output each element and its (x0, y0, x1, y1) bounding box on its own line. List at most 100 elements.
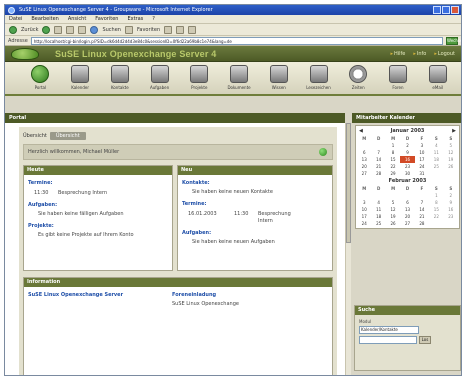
calendar-day[interactable]: 27 (400, 220, 414, 227)
calendar-day[interactable]: 17 (415, 156, 429, 163)
new-appointment-row[interactable]: 16.01.2003 11:30 Besprechung Intern (188, 211, 332, 225)
module-times[interactable]: Zeiten (343, 65, 374, 90)
menu-tools[interactable]: Extras (127, 15, 143, 23)
menu-edit[interactable]: Bearbeiten (31, 15, 58, 23)
calendar-day[interactable]: 22 (386, 163, 400, 170)
calendar-day[interactable]: 18 (371, 213, 385, 220)
module-portal[interactable]: Portal (25, 65, 56, 90)
module-calendar[interactable]: Kalender (65, 65, 96, 90)
favorites-label[interactable]: Favoriten (137, 27, 160, 33)
history-icon[interactable] (164, 25, 173, 34)
calendar-day[interactable]: 24 (415, 163, 429, 170)
calendar-day[interactable]: 22 (429, 213, 443, 220)
calendar-day[interactable]: 6 (357, 149, 371, 156)
calendar-day[interactable]: 12 (444, 149, 458, 156)
calendar-day[interactable]: 2 (400, 142, 414, 149)
back-label[interactable]: Zurück (21, 27, 38, 33)
today-appointment-row[interactable]: 11:30 Besprechung Intern (34, 190, 172, 197)
next-month-icon[interactable]: ▶ (452, 128, 456, 134)
today-tasks-title[interactable]: Aufgaben: (28, 202, 172, 208)
module-tasks[interactable]: Aufgaben (144, 65, 175, 90)
menu-help[interactable]: ? (152, 15, 155, 23)
new-appointments-title[interactable]: Termine: (182, 201, 332, 207)
calendar-day[interactable]: 25 (429, 163, 443, 170)
calendar-day[interactable]: 15 (386, 156, 400, 163)
module-contacts[interactable]: Kontakte (104, 65, 135, 90)
calendar-day[interactable]: 29 (386, 170, 400, 177)
prev-month-icon[interactable]: ◀ (359, 128, 363, 134)
calendar-day[interactable]: 18 (429, 156, 443, 163)
calendar-day[interactable]: 1 (429, 192, 443, 199)
calendar-day[interactable]: 21 (371, 163, 385, 170)
calendar-day[interactable]: 27 (357, 170, 371, 177)
search-go-button[interactable]: Los (419, 336, 431, 344)
calendar-day[interactable]: 6 (400, 199, 414, 206)
new-contacts-title[interactable]: Kontakte: (182, 180, 332, 186)
calendar-day[interactable]: 7 (371, 149, 385, 156)
module-bookmarks[interactable]: Lesezeichen (303, 65, 334, 90)
minimize-icon[interactable] (433, 6, 441, 14)
calendar-day[interactable]: 20 (400, 213, 414, 220)
tab-overview[interactable]: Übersicht (49, 132, 86, 140)
calendar-day[interactable]: 4 (371, 199, 385, 206)
calendar-day[interactable]: 15 (429, 206, 443, 213)
menu-view[interactable]: Ansicht (68, 15, 86, 23)
module-projects[interactable]: Projekte (184, 65, 215, 90)
module-select[interactable]: Kalender/Kontakte (359, 326, 419, 334)
calendar-day[interactable]: 31 (415, 170, 429, 177)
search-label[interactable]: Suchen (102, 27, 121, 33)
calendar-day[interactable]: 23 (444, 213, 458, 220)
calendar-day[interactable]: 26 (444, 163, 458, 170)
scrollbar-thumb[interactable] (346, 123, 351, 243)
calendar-day[interactable]: 1 (386, 142, 400, 149)
close-icon[interactable] (451, 6, 459, 14)
calendar-day[interactable]: 13 (357, 156, 371, 163)
calendar-day[interactable]: 28 (415, 220, 429, 227)
calendar-day[interactable]: 3 (415, 142, 429, 149)
search-icon[interactable] (90, 25, 99, 34)
stop-icon[interactable] (54, 25, 63, 34)
calendar-day[interactable]: 12 (386, 206, 400, 213)
module-forum[interactable]: Foren (383, 65, 414, 90)
mail-icon[interactable] (176, 25, 185, 34)
calendar-day[interactable]: 9 (400, 149, 414, 156)
calendar-day[interactable]: 25 (371, 220, 385, 227)
go-button[interactable]: Wechseln (446, 36, 461, 45)
refresh-icon[interactable] (66, 25, 75, 34)
calendar-day[interactable]: 26 (386, 220, 400, 227)
info-left-title[interactable]: SuSE Linux Openexchange Server (28, 292, 148, 308)
calendar-day[interactable]: 5 (444, 142, 458, 149)
calendar-day[interactable]: 14 (371, 156, 385, 163)
calendar-day[interactable]: 19 (386, 213, 400, 220)
back-icon[interactable] (9, 25, 17, 34)
calendar-day[interactable]: 19 (444, 156, 458, 163)
calendar-day[interactable]: 16 (444, 206, 458, 213)
calendar-day[interactable]: 20 (357, 163, 371, 170)
module-knowledge[interactable]: Wissen (263, 65, 294, 90)
menu-favorites[interactable]: Favoriten (95, 15, 118, 23)
calendar-day[interactable]: 8 (386, 149, 400, 156)
module-mail[interactable]: eMail (422, 65, 453, 90)
calendar-day[interactable]: 4 (429, 142, 443, 149)
calendar-day[interactable]: 10 (415, 149, 429, 156)
help-link[interactable]: Hilfe (390, 51, 405, 57)
calendar-day[interactable]: 16 (400, 156, 415, 163)
today-appointments-title[interactable]: Termine: (28, 180, 172, 186)
calendar-day[interactable]: 5 (386, 199, 400, 206)
calendar-day[interactable]: 14 (415, 206, 429, 213)
menu-file[interactable]: Datei (9, 15, 22, 23)
calendar-day[interactable]: 24 (357, 220, 371, 227)
module-documents[interactable]: Dokumente (224, 65, 255, 90)
print-icon[interactable] (188, 25, 197, 34)
calendar-day[interactable]: 11 (429, 149, 443, 156)
calendar-day[interactable]: 11 (371, 206, 385, 213)
calendar-day[interactable]: 8 (429, 199, 443, 206)
calendar-day[interactable]: 30 (400, 170, 414, 177)
calendar-day[interactable]: 9 (444, 199, 458, 206)
maximize-icon[interactable] (442, 6, 450, 14)
info-right-title[interactable]: Foreneinladung (172, 292, 282, 298)
address-input[interactable]: http://localhost/cgi-bin/login.pl?SID=dk… (30, 36, 443, 45)
calendar-day[interactable]: 7 (415, 199, 429, 206)
home-icon[interactable] (78, 25, 87, 34)
calendar-day[interactable]: 28 (371, 170, 385, 177)
